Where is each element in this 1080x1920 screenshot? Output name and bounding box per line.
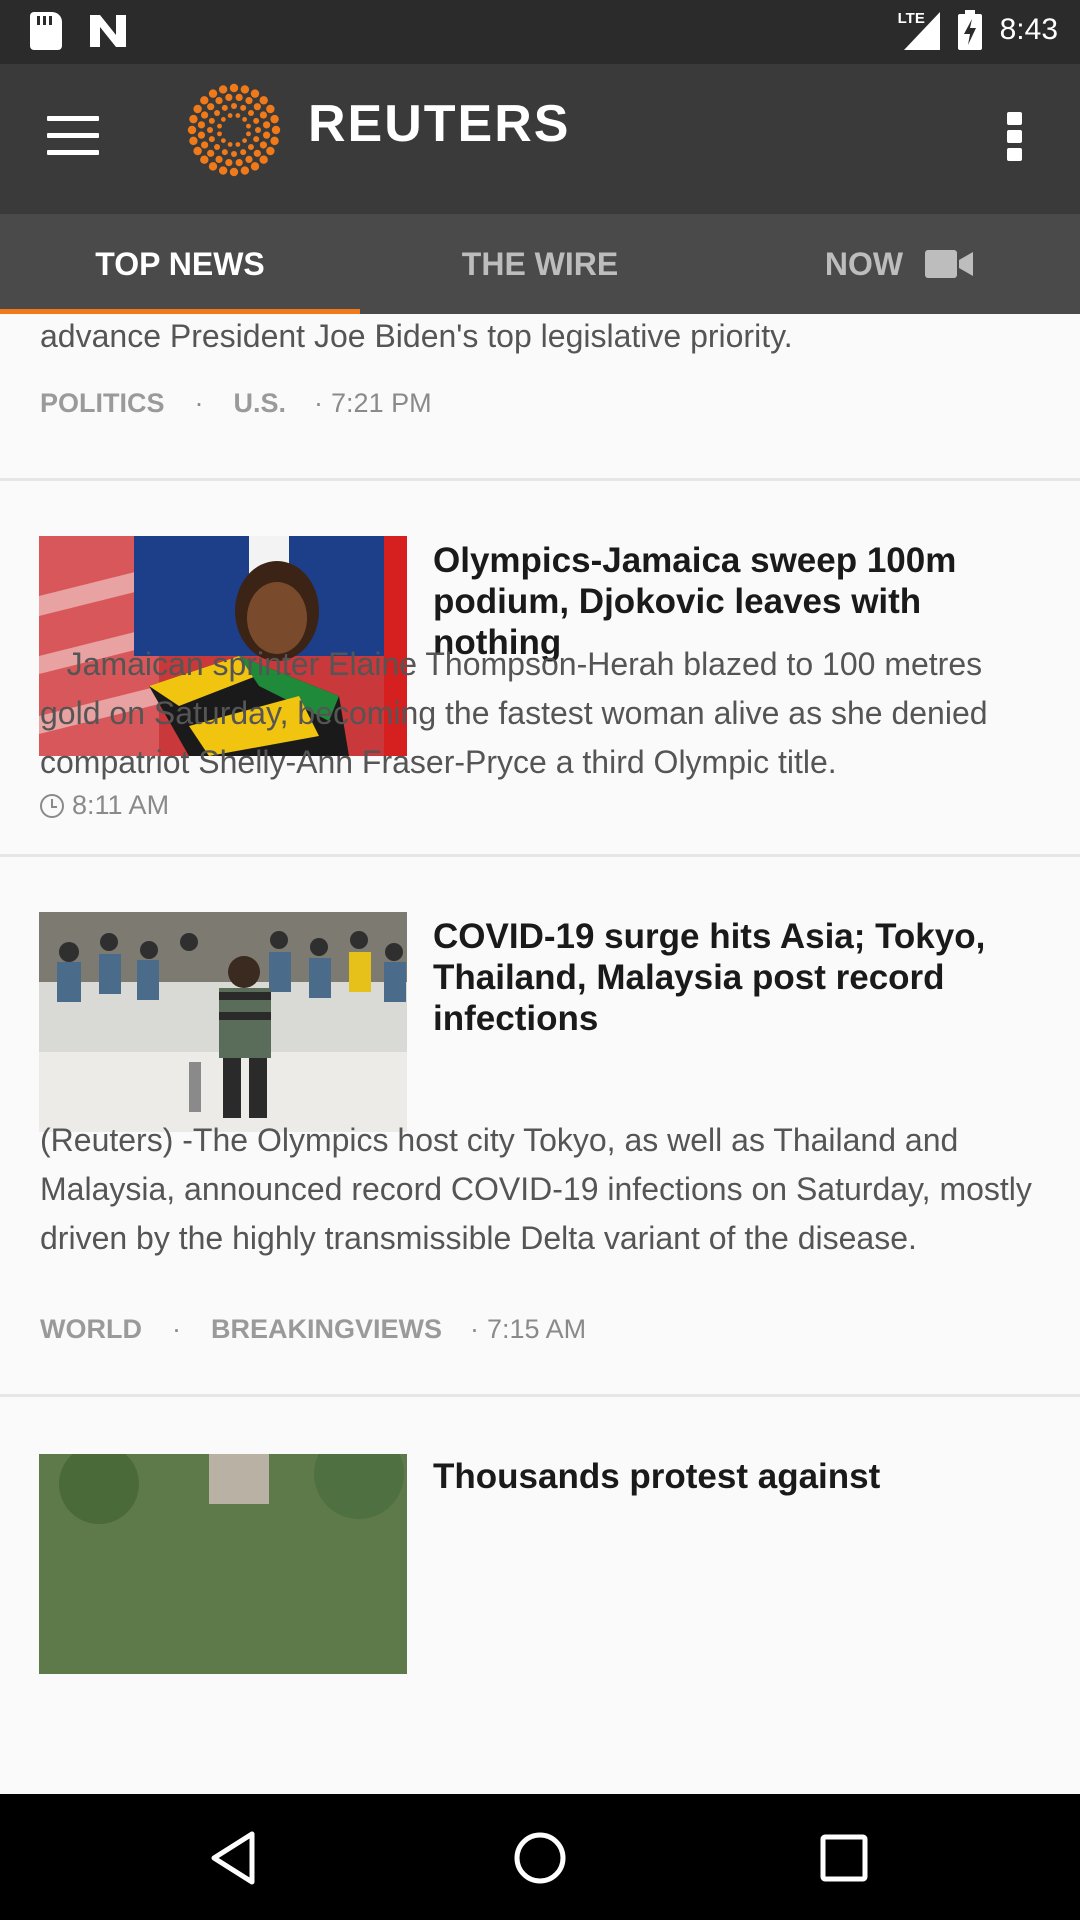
clock-icon — [40, 793, 64, 818]
section-tag[interactable]: WORLD — [40, 1314, 142, 1345]
tab-the-wire[interactable]: THE WIRE — [360, 214, 720, 314]
article-meta: POLITICS · U.S. · 7:21 PM — [40, 388, 432, 419]
tab-bar: TOP NEWS THE WIRE NOW — [0, 214, 1080, 315]
hamburger-menu-icon[interactable] — [47, 116, 99, 156]
article-thumbnail[interactable] — [39, 1454, 407, 1674]
status-time: 8:43 — [999, 13, 1058, 46]
article-headline[interactable]: COVID-19 surge hits Asia; Tokyo, Thailan… — [433, 916, 1043, 1039]
tab-label: THE WIRE — [461, 245, 619, 282]
article-summary[interactable]: (Reuters) -The Olympics host city Tokyo,… — [40, 1116, 1050, 1263]
article-thumbnail[interactable] — [39, 912, 407, 1132]
article-meta: 8:11 AM — [40, 790, 169, 821]
divider — [0, 1394, 1080, 1397]
tab-top-news[interactable]: TOP NEWS — [0, 214, 360, 314]
reuters-logo-icon — [187, 83, 281, 177]
app-title: REUTERS — [308, 95, 571, 153]
news-feed[interactable]: advance President Joe Biden's top legisl… — [0, 314, 1080, 1794]
home-icon[interactable] — [510, 1830, 570, 1886]
article-time: 7:15 AM — [487, 1314, 587, 1344]
recents-icon[interactable] — [814, 1830, 874, 1886]
tab-label: NOW — [824, 245, 904, 282]
divider — [0, 478, 1080, 481]
sd-card-icon — [30, 12, 62, 50]
divider — [0, 854, 1080, 857]
n-app-icon — [90, 15, 126, 47]
article-time: 7:21 PM — [331, 388, 432, 418]
tab-label: TOP NEWS — [95, 245, 265, 282]
back-icon[interactable] — [206, 1830, 266, 1886]
system-nav-bar — [0, 1794, 1080, 1920]
lte-signal-icon: LTE — [898, 10, 940, 50]
article-time: 8:11 AM — [72, 790, 170, 820]
tab-now[interactable]: NOW — [720, 214, 1080, 314]
article-meta: WORLD · BREAKINGVIEWS · 7:15 AM — [40, 1314, 587, 1345]
article-summary[interactable]: Jamaican sprinter Elaine Thompson-Herah … — [40, 640, 1050, 787]
video-camera-icon — [925, 250, 974, 278]
article-headline[interactable]: Thousands protest against — [433, 1456, 1043, 1497]
app-bar: REUTERS — [0, 64, 1080, 214]
more-vert-icon[interactable] — [1000, 112, 1028, 168]
section-tag[interactable]: U.S. — [234, 388, 287, 419]
battery-charging-icon — [957, 10, 982, 50]
article-snippet[interactable]: advance President Joe Biden's top legisl… — [40, 314, 1040, 358]
status-bar: LTE 8:43 — [0, 0, 1080, 64]
section-tag[interactable]: POLITICS — [40, 388, 165, 419]
section-tag[interactable]: BREAKINGVIEWS — [211, 1314, 442, 1345]
